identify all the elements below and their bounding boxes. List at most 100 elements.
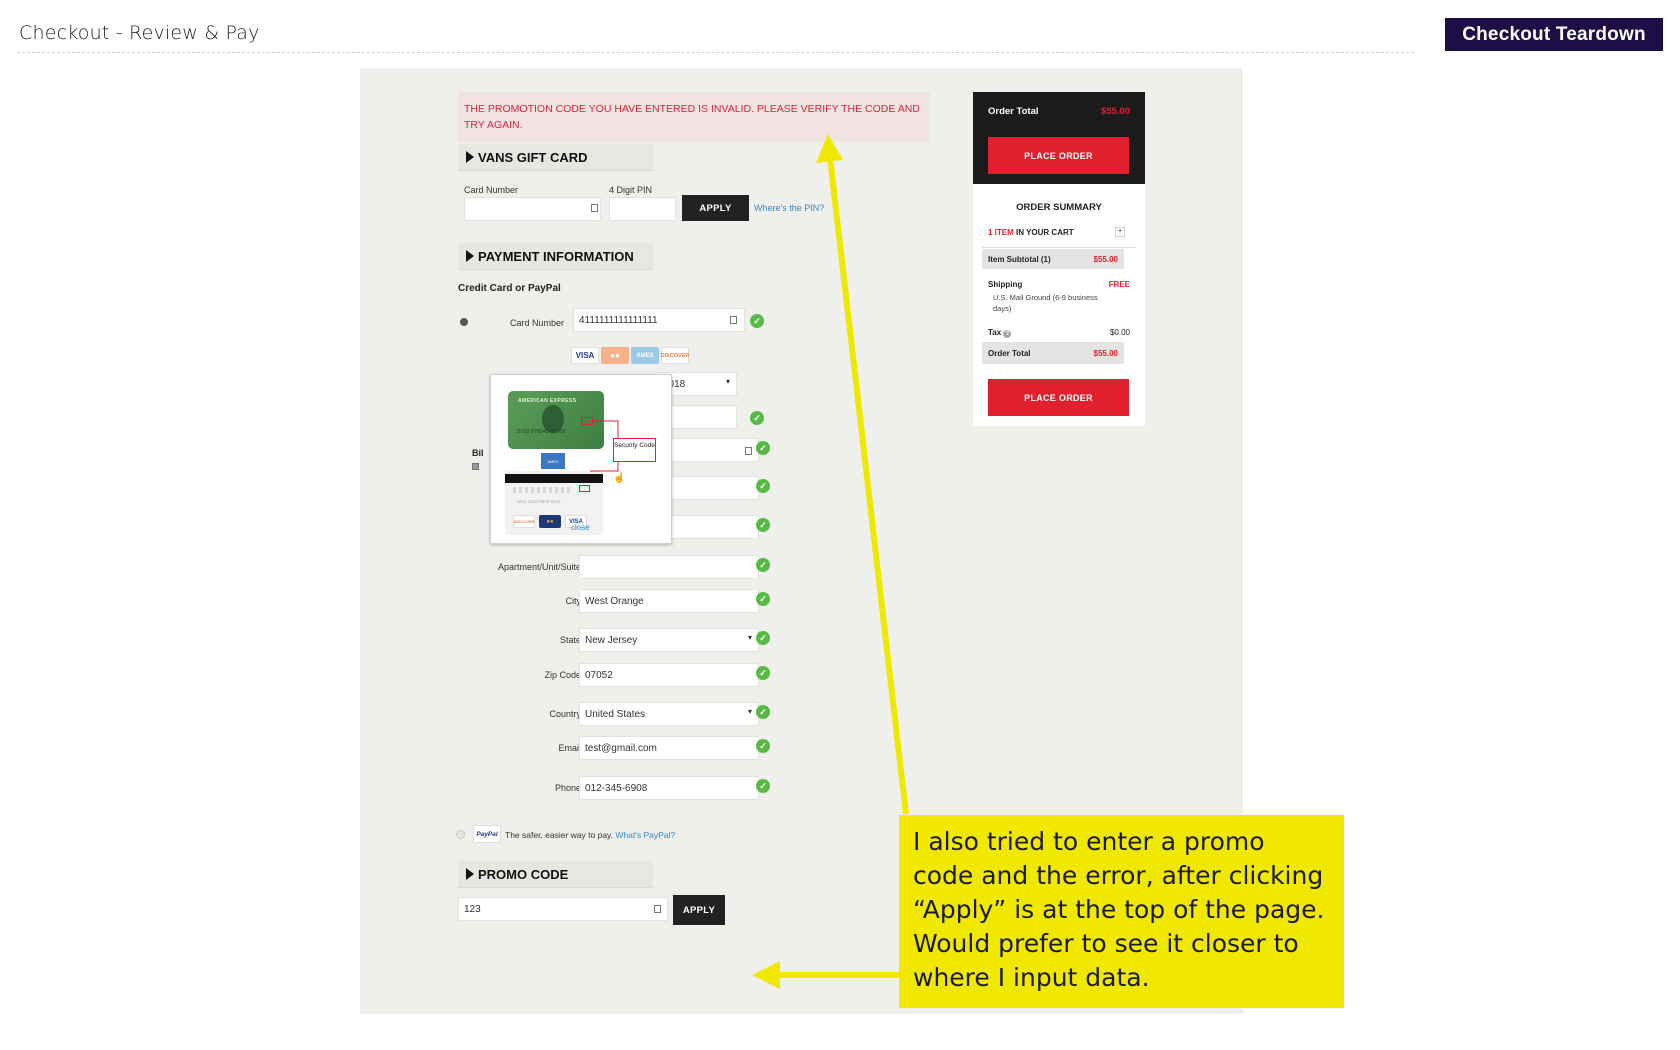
paypal-radio[interactable] xyxy=(456,830,465,839)
card-number-input[interactable]: 4111111111111111 xyxy=(573,308,745,332)
billing-field-label: City xyxy=(565,596,582,606)
field-info-icon xyxy=(730,316,737,324)
billing-input[interactable] xyxy=(579,555,759,579)
valid-check-icon: ✓ xyxy=(756,441,770,455)
billing-field-label: Zip Code xyxy=(544,670,581,680)
visa-logo-icon: VISA xyxy=(571,347,599,364)
billing-field-value: New Jersey xyxy=(585,635,638,646)
valid-check-icon: ✓ xyxy=(756,705,770,719)
gift-card-pin-input[interactable] xyxy=(609,197,676,221)
promo-apply-button[interactable]: APPLY xyxy=(673,895,725,925)
hand-cursor-icon: ☝ xyxy=(613,473,626,484)
place-order-button-top[interactable]: PLACE ORDER xyxy=(988,137,1129,174)
chevron-down-icon: ▾ xyxy=(747,633,752,642)
shipping-value: FREE xyxy=(1108,280,1130,289)
security-code-popup: AMERICAN EXPRESS 3759 876543 21001 AMEX … xyxy=(490,374,672,544)
payment-section-title: PAYMENT INFORMATION xyxy=(478,248,634,264)
discover-logo-icon: DISCOVER xyxy=(661,347,689,364)
billing-input[interactable]: 07052 xyxy=(579,663,759,687)
promo-error-message: THE PROMOTION CODE YOU HAVE ENTERED IS I… xyxy=(458,92,930,142)
billing-field-label: Email xyxy=(558,743,581,753)
cart-count-row[interactable]: 1 ITEM IN YOUR CART xyxy=(988,228,1074,237)
cart-count: 1 ITEM xyxy=(988,228,1014,237)
popup-close-link[interactable]: close xyxy=(571,523,590,532)
tax-label: Tax ? xyxy=(988,328,1012,338)
billing-field-label: State xyxy=(559,635,581,645)
billing-input[interactable]: 012-345-6908 xyxy=(579,776,759,800)
place-order-button-bottom[interactable]: PLACE ORDER xyxy=(988,379,1129,416)
payment-subtitle: Credit Card or PayPal xyxy=(458,283,561,294)
same-address-checkbox[interactable] xyxy=(472,463,479,470)
tax-label-text: Tax xyxy=(988,328,1002,337)
gift-card-number-label: Card Number xyxy=(464,185,519,195)
valid-check-icon: ✓ xyxy=(756,631,770,645)
gift-card-section-header[interactable]: VANS GIFT CARD xyxy=(458,144,653,170)
promo-code-value: 123 xyxy=(464,904,481,915)
field-info-icon xyxy=(745,447,752,455)
billing-field-label: Country xyxy=(549,709,581,719)
order-total-label: Order Total xyxy=(988,106,1039,117)
billing-select[interactable]: New Jersey ▾ xyxy=(579,628,759,652)
amex-logo-icon: AMEX xyxy=(631,347,659,364)
cart-count-suffix: IN YOUR CART xyxy=(1013,228,1074,237)
valid-check-icon: ✓ xyxy=(756,518,770,532)
gift-card-apply-button[interactable]: APPLY xyxy=(682,195,749,221)
billing-input[interactable]: test@gmail.com xyxy=(579,736,759,760)
valid-check-icon: ✓ xyxy=(756,558,770,572)
billing-field-value: 012-345-6908 xyxy=(585,783,648,794)
header-divider xyxy=(17,52,1414,53)
divider xyxy=(982,247,1136,248)
expand-triangle-icon xyxy=(466,868,474,880)
teardown-badge: Checkout Teardown xyxy=(1445,18,1663,51)
order-total-row-value: $55.00 xyxy=(1093,349,1118,358)
valid-check-icon: ✓ xyxy=(750,314,764,328)
order-summary-panel: Order Total $55.00 PLACE ORDER ORDER SUM… xyxy=(973,92,1145,426)
paypal-tagline: The safer, easier way to pay. xyxy=(505,830,614,840)
item-subtotal-value: $55.00 xyxy=(1093,255,1118,264)
card-number-value: 4111111111111111 xyxy=(579,315,658,326)
mastercard-logo-icon: ●● xyxy=(601,347,629,364)
card-number-label: Card Number xyxy=(509,318,564,328)
valid-check-icon: ✓ xyxy=(756,479,770,493)
shipping-label: Shipping xyxy=(988,280,1023,289)
valid-check-icon: ✓ xyxy=(750,411,764,425)
billing-field-label: Phone xyxy=(554,783,581,793)
whats-paypal-link[interactable]: What's PayPal? xyxy=(615,830,675,840)
help-icon[interactable]: ? xyxy=(1003,330,1012,338)
promo-section-header[interactable]: PROMO CODE xyxy=(458,861,653,887)
valid-check-icon: ✓ xyxy=(756,739,770,753)
valid-check-icon: ✓ xyxy=(756,592,770,606)
paypal-text: The safer, easier way to pay. What's Pay… xyxy=(505,830,675,840)
promo-section-title: PROMO CODE xyxy=(478,866,569,882)
paypal-logo-icon: PayPal xyxy=(473,825,501,843)
billing-field-value: United States xyxy=(585,709,646,720)
gift-card-pin-label: 4 Digit PIN xyxy=(609,185,653,195)
pin-help-link[interactable]: Where's the PIN? xyxy=(754,203,824,213)
order-total-row-label: Order Total xyxy=(988,349,1031,358)
order-total-bar: Order Total $55.00 PLACE ORDER xyxy=(973,92,1145,184)
item-subtotal-row: Item Subtotal (1) $55.00 xyxy=(982,249,1124,269)
chevron-down-icon: ▾ xyxy=(725,377,730,386)
tax-value: $0.00 xyxy=(1109,328,1130,337)
valid-check-icon: ✓ xyxy=(756,666,770,680)
expand-plus-icon[interactable]: + xyxy=(1115,227,1125,237)
expand-triangle-icon xyxy=(466,250,474,262)
billing-field-label: Apartment/Unit/Suite xyxy=(497,562,581,572)
billing-select[interactable]: United States ▾ xyxy=(579,702,759,726)
field-info-icon xyxy=(591,204,598,212)
promo-code-input[interactable]: 123 xyxy=(458,897,668,921)
shipping-method: U.S. Mail Ground (6-9 business days) xyxy=(993,293,1098,313)
payment-section-header[interactable]: PAYMENT INFORMATION xyxy=(458,243,653,269)
billing-field-value: 07052 xyxy=(585,670,613,681)
security-code-callout: Security Code xyxy=(613,438,656,462)
gift-card-number-input[interactable] xyxy=(464,197,601,221)
chevron-down-icon: ▾ xyxy=(747,707,752,716)
billing-field-value: test@gmail.com xyxy=(585,743,657,754)
item-subtotal-label: Item Subtotal (1) xyxy=(988,255,1051,264)
billing-heading-partial: Bil xyxy=(472,448,484,458)
order-total-value: $55.00 xyxy=(1100,106,1130,117)
order-total-row: Order Total $55.00 xyxy=(982,342,1124,364)
field-info-icon xyxy=(654,905,661,913)
billing-input[interactable]: West Orange xyxy=(579,589,759,613)
annotation-note: I also tried to enter a promo code and t… xyxy=(899,815,1344,1008)
